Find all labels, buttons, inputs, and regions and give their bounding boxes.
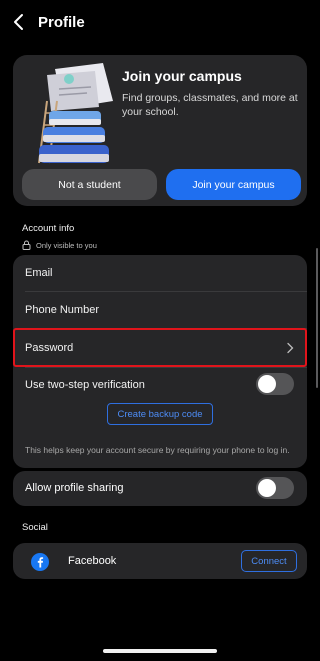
join-campus-button[interactable]: Join your campus — [166, 169, 301, 200]
facebook-label: Facebook — [68, 555, 117, 567]
campus-books-illustration — [38, 63, 113, 164]
scrollbar[interactable] — [316, 248, 318, 388]
facebook-group: Facebook Connect — [13, 543, 307, 579]
create-backup-code-button[interactable]: Create backup code — [107, 403, 213, 425]
profile-sharing-label: Allow profile sharing — [25, 482, 124, 494]
facebook-connect-button[interactable]: Connect — [241, 550, 297, 572]
two-step-row: Use two-step verification — [13, 368, 307, 398]
top-bar: Profile — [0, 0, 320, 46]
two-step-label: Use two-step verification — [25, 379, 145, 391]
profile-sharing-group: Allow profile sharing — [13, 471, 307, 506]
toggle-knob — [258, 479, 276, 497]
two-step-toggle[interactable] — [256, 373, 294, 395]
chevron-left-icon[interactable] — [10, 11, 30, 33]
two-step-help-text: This helps keep your account secure by r… — [25, 445, 290, 455]
campus-card-title: Join your campus — [122, 68, 242, 84]
email-row[interactable]: Email — [13, 255, 307, 291]
home-indicator — [103, 649, 217, 653]
campus-card-subtitle: Find groups, classmates, and more at you… — [122, 92, 298, 118]
facebook-icon — [31, 553, 49, 571]
social-heading: Social — [22, 522, 48, 533]
not-a-student-button[interactable]: Not a student — [22, 169, 157, 200]
email-label: Email — [25, 267, 53, 279]
phone-number-row[interactable]: Phone Number — [13, 292, 307, 328]
lock-icon — [22, 240, 31, 250]
toggle-knob — [258, 375, 276, 393]
password-row-highlight — [13, 328, 307, 367]
join-campus-card: Join your campus Find groups, classmates… — [13, 55, 307, 206]
profile-sharing-toggle[interactable] — [256, 477, 294, 499]
page-title: Profile — [38, 14, 85, 31]
visibility-note-text: Only visible to you — [36, 240, 97, 250]
phone-number-label: Phone Number — [25, 304, 99, 316]
account-info-heading: Account info — [22, 223, 75, 234]
visibility-note: Only visible to you — [22, 240, 97, 250]
